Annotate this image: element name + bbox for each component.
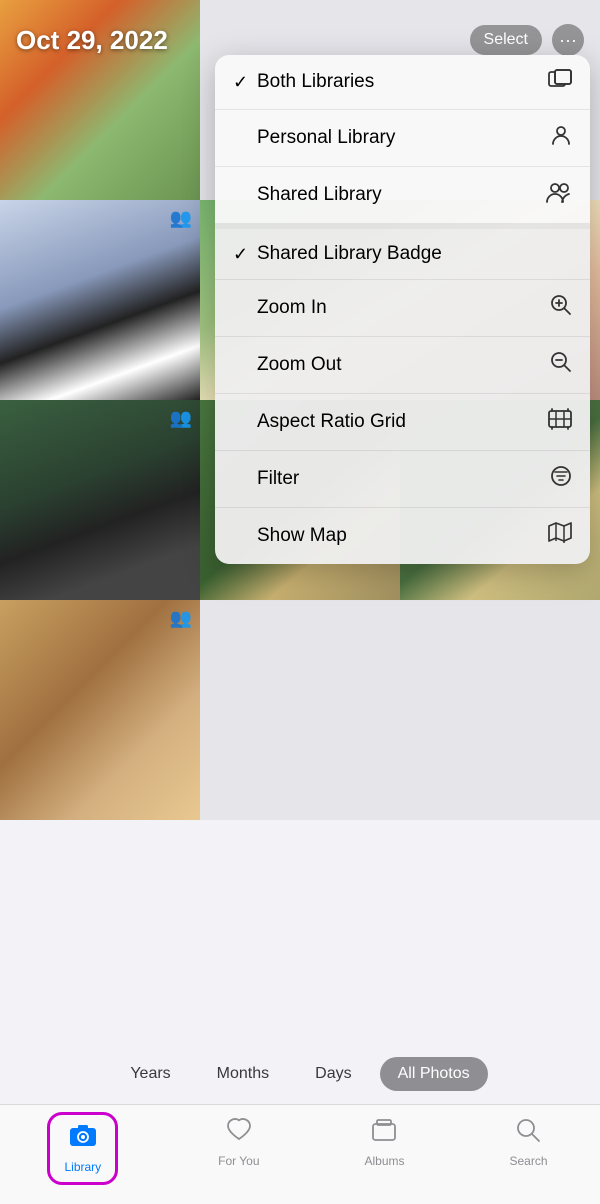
tab-label-search: Search [509,1154,547,1168]
label-shared-library-badge: Shared Library Badge [257,243,572,265]
menu-item-aspect-ratio-grid[interactable]: Aspect Ratio Grid [215,394,590,451]
shared-badge-3: 👥 [170,608,192,629]
shared-badge-2: 👥 [170,408,192,429]
icon-filter [550,465,572,493]
icon-both-libraries [548,69,572,95]
check-both-libraries: ✓ [233,72,257,93]
icon-show-map [548,522,572,550]
icon-zoom-out [550,351,572,379]
tab-library[interactable]: Library [52,1117,113,1180]
label-zoom-in: Zoom In [257,297,550,319]
time-tabs: Years Months Days All Photos [0,1044,600,1104]
icon-shared-library [546,181,572,209]
tab-bar: Library For You Albums Search [0,1104,600,1204]
photo-family: 👥 [0,400,200,600]
albums-icon [370,1117,398,1150]
tab-months[interactable]: Months [199,1057,287,1091]
tab-label-for-you: For You [218,1154,259,1168]
library-icon [69,1123,97,1156]
tab-search[interactable]: Search [509,1117,547,1168]
menu-item-filter[interactable]: Filter [215,451,590,508]
label-show-map: Show Map [257,525,548,547]
menu-item-show-map[interactable]: Show Map [215,508,590,564]
label-filter: Filter [257,468,550,490]
more-button[interactable]: ··· [552,24,584,56]
icon-zoom-in [550,294,572,322]
label-aspect-ratio-grid: Aspect Ratio Grid [257,411,548,433]
check-shared-library-badge: ✓ [233,244,257,265]
tab-label-albums: Albums [364,1154,404,1168]
photo-gray-bottom [200,600,600,820]
tab-days[interactable]: Days [297,1057,369,1091]
tab-all-photos[interactable]: All Photos [380,1057,488,1091]
dropdown-menu: ✓ Both Libraries Personal Library Shared… [215,55,590,564]
select-button[interactable]: Select [470,25,542,55]
tab-albums[interactable]: Albums [364,1117,404,1168]
icon-aspect-ratio-grid [548,408,572,436]
menu-item-both-libraries[interactable]: ✓ Both Libraries [215,55,590,110]
search-icon [515,1117,541,1150]
icon-personal-library [550,124,572,152]
shared-badge-1: 👥 [170,208,192,229]
label-both-libraries: Both Libraries [257,71,548,93]
label-personal-library: Personal Library [257,127,550,149]
menu-item-personal-library[interactable]: Personal Library [215,110,590,167]
photo-woman1: 👥 [0,200,200,400]
tab-for-you[interactable]: For You [218,1117,259,1168]
tab-years[interactable]: Years [112,1057,188,1091]
photo-bread: 👥 [0,600,200,820]
label-zoom-out: Zoom Out [257,354,550,376]
menu-item-shared-library[interactable]: Shared Library [215,167,590,229]
label-shared-library: Shared Library [257,184,546,206]
tab-label-library: Library [64,1160,101,1174]
menu-item-shared-library-badge[interactable]: ✓ Shared Library Badge [215,229,590,280]
menu-item-zoom-out[interactable]: Zoom Out [215,337,590,394]
header-date: Oct 29, 2022 [16,25,470,56]
menu-item-zoom-in[interactable]: Zoom In [215,280,590,337]
for-you-icon [225,1117,253,1150]
